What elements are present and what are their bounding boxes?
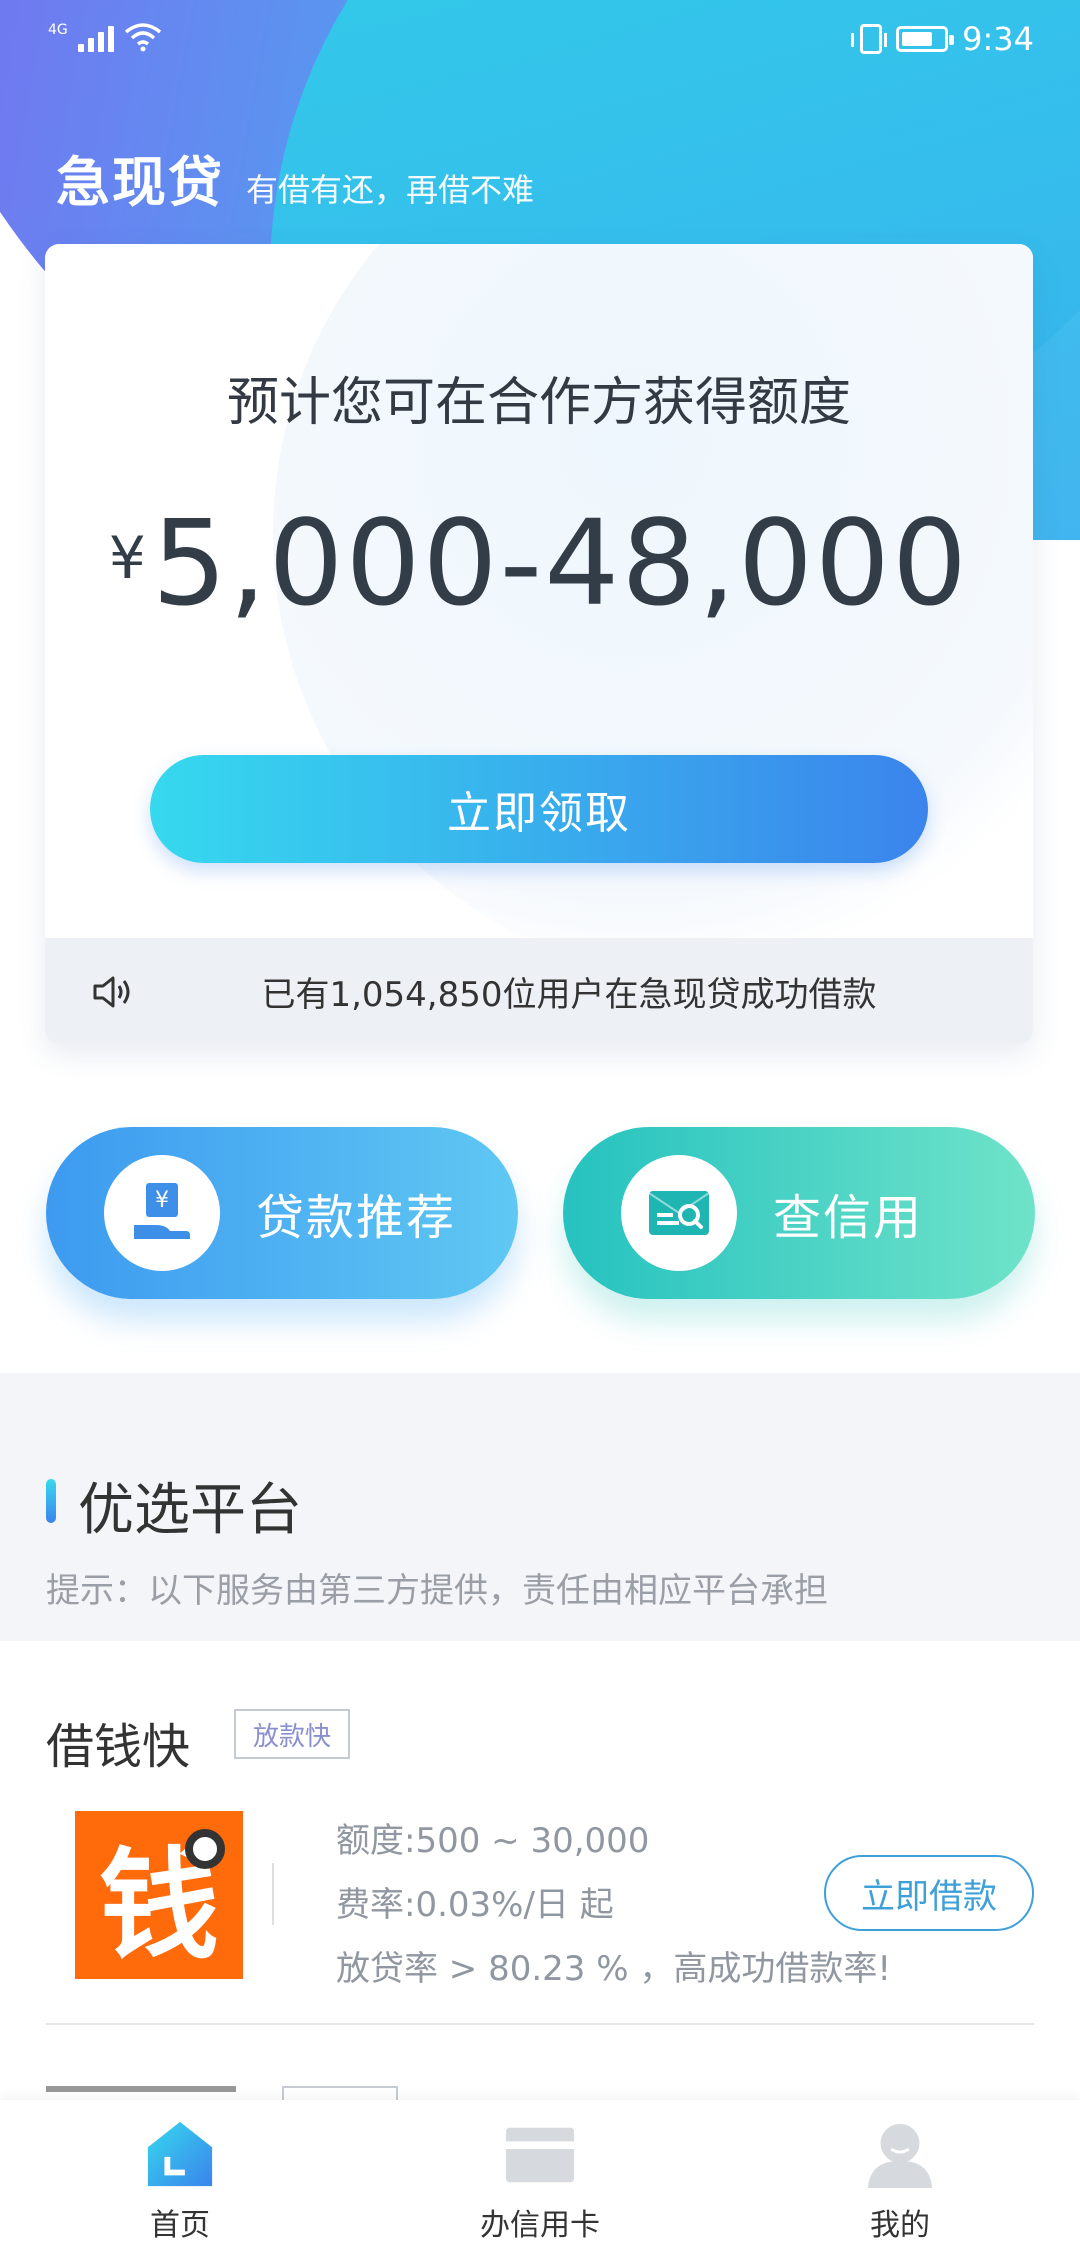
quota-amount: ¥5,000-48,000 — [45, 494, 1033, 632]
loan-recommend-label: 贷款推荐 — [256, 1190, 457, 1246]
clock: 9:34 — [962, 20, 1034, 58]
success-notice: 已有1,054,850位用户在急现贷成功借款 — [45, 938, 1033, 1044]
section-hint: 提示：以下服务由第三方提供，责任由相应平台承担 — [46, 1571, 828, 1611]
status-right: 9:34 — [851, 20, 1034, 58]
app-name: 急现贷 — [56, 151, 224, 214]
svg-text:¥: ¥ — [155, 1188, 169, 1213]
platform-name: 借钱快 — [46, 1719, 191, 1775]
platform-approval: 放贷率 > 80.23 % ，高成功借款率! — [336, 1949, 891, 1989]
loan-recommend-button[interactable]: ¥ 贷款推荐 — [46, 1127, 518, 1299]
featured-section-header: 优选平台 提示：以下服务由第三方提供，责任由相应平台承担 — [0, 1373, 1080, 1641]
tab-credit-card[interactable]: 办信用卡 — [360, 2100, 720, 2244]
tab-credit-card-label: 办信用卡 — [480, 2208, 600, 2243]
home-icon — [147, 2121, 213, 2187]
platform-tag: 放款快 — [234, 1709, 350, 1759]
signal-icon — [77, 26, 114, 52]
network-type: 4G — [48, 22, 68, 38]
quota-title: 预计您可在合作方获得额度 — [226, 373, 851, 433]
notice-text: 已有1,054,850位用户在急现贷成功借款 — [261, 974, 877, 1015]
status-left: 4G — [48, 22, 162, 52]
tab-home-label: 首页 — [150, 2208, 210, 2243]
item-divider — [46, 2023, 1034, 2025]
tab-profile[interactable]: 我的 — [720, 2100, 1080, 2244]
currency-symbol: ¥ — [108, 524, 146, 592]
check-credit-button[interactable]: 查信用 — [563, 1127, 1035, 1299]
platform-limit: 额度:500 ~ 30,000 — [336, 1821, 650, 1861]
platform-info: 额度:500 ~ 30,000 费率:0.03%/日 起 放贷率 > 80.23… — [336, 1809, 891, 2001]
bottom-tab-bar: 首页 办信用卡 我的 — [0, 2100, 1080, 2244]
check-credit-label: 查信用 — [773, 1190, 924, 1246]
platform-logo: 钱 — [75, 1811, 243, 1979]
credit-card-icon — [505, 2127, 575, 2183]
loan-hand-icon: ¥ — [104, 1155, 220, 1271]
status-bar: 4G 9:34 — [0, 0, 1080, 84]
platform-rate: 费率:0.03%/日 起 — [336, 1885, 614, 1925]
claim-button[interactable]: 立即领取 — [150, 755, 928, 863]
quota-card: 预计您可在合作方获得额度 ¥5,000-48,000 立即领取 已有1,054,… — [45, 244, 1033, 1044]
app-slogan: 有借有还，再借不难 — [246, 171, 535, 209]
brand-header: 急现贷 有借有还，再借不难 — [56, 138, 534, 217]
credit-search-icon — [621, 1155, 737, 1271]
wifi-icon — [124, 23, 161, 52]
borrow-now-button[interactable]: 立即借款 — [824, 1855, 1034, 1931]
amount-range: 5,000-48,000 — [151, 494, 970, 632]
section-title: 优选平台 — [78, 1478, 302, 1543]
profile-icon — [867, 2123, 933, 2189]
vibrate-icon — [851, 24, 888, 54]
section-accent-bar — [46, 1479, 56, 1523]
speaker-icon — [93, 976, 130, 1008]
coin-icon — [185, 1829, 225, 1869]
divider — [272, 1863, 274, 1925]
battery-icon — [896, 26, 955, 52]
tab-profile-label: 我的 — [870, 2208, 930, 2243]
tab-home[interactable]: 首页 — [0, 2100, 360, 2244]
